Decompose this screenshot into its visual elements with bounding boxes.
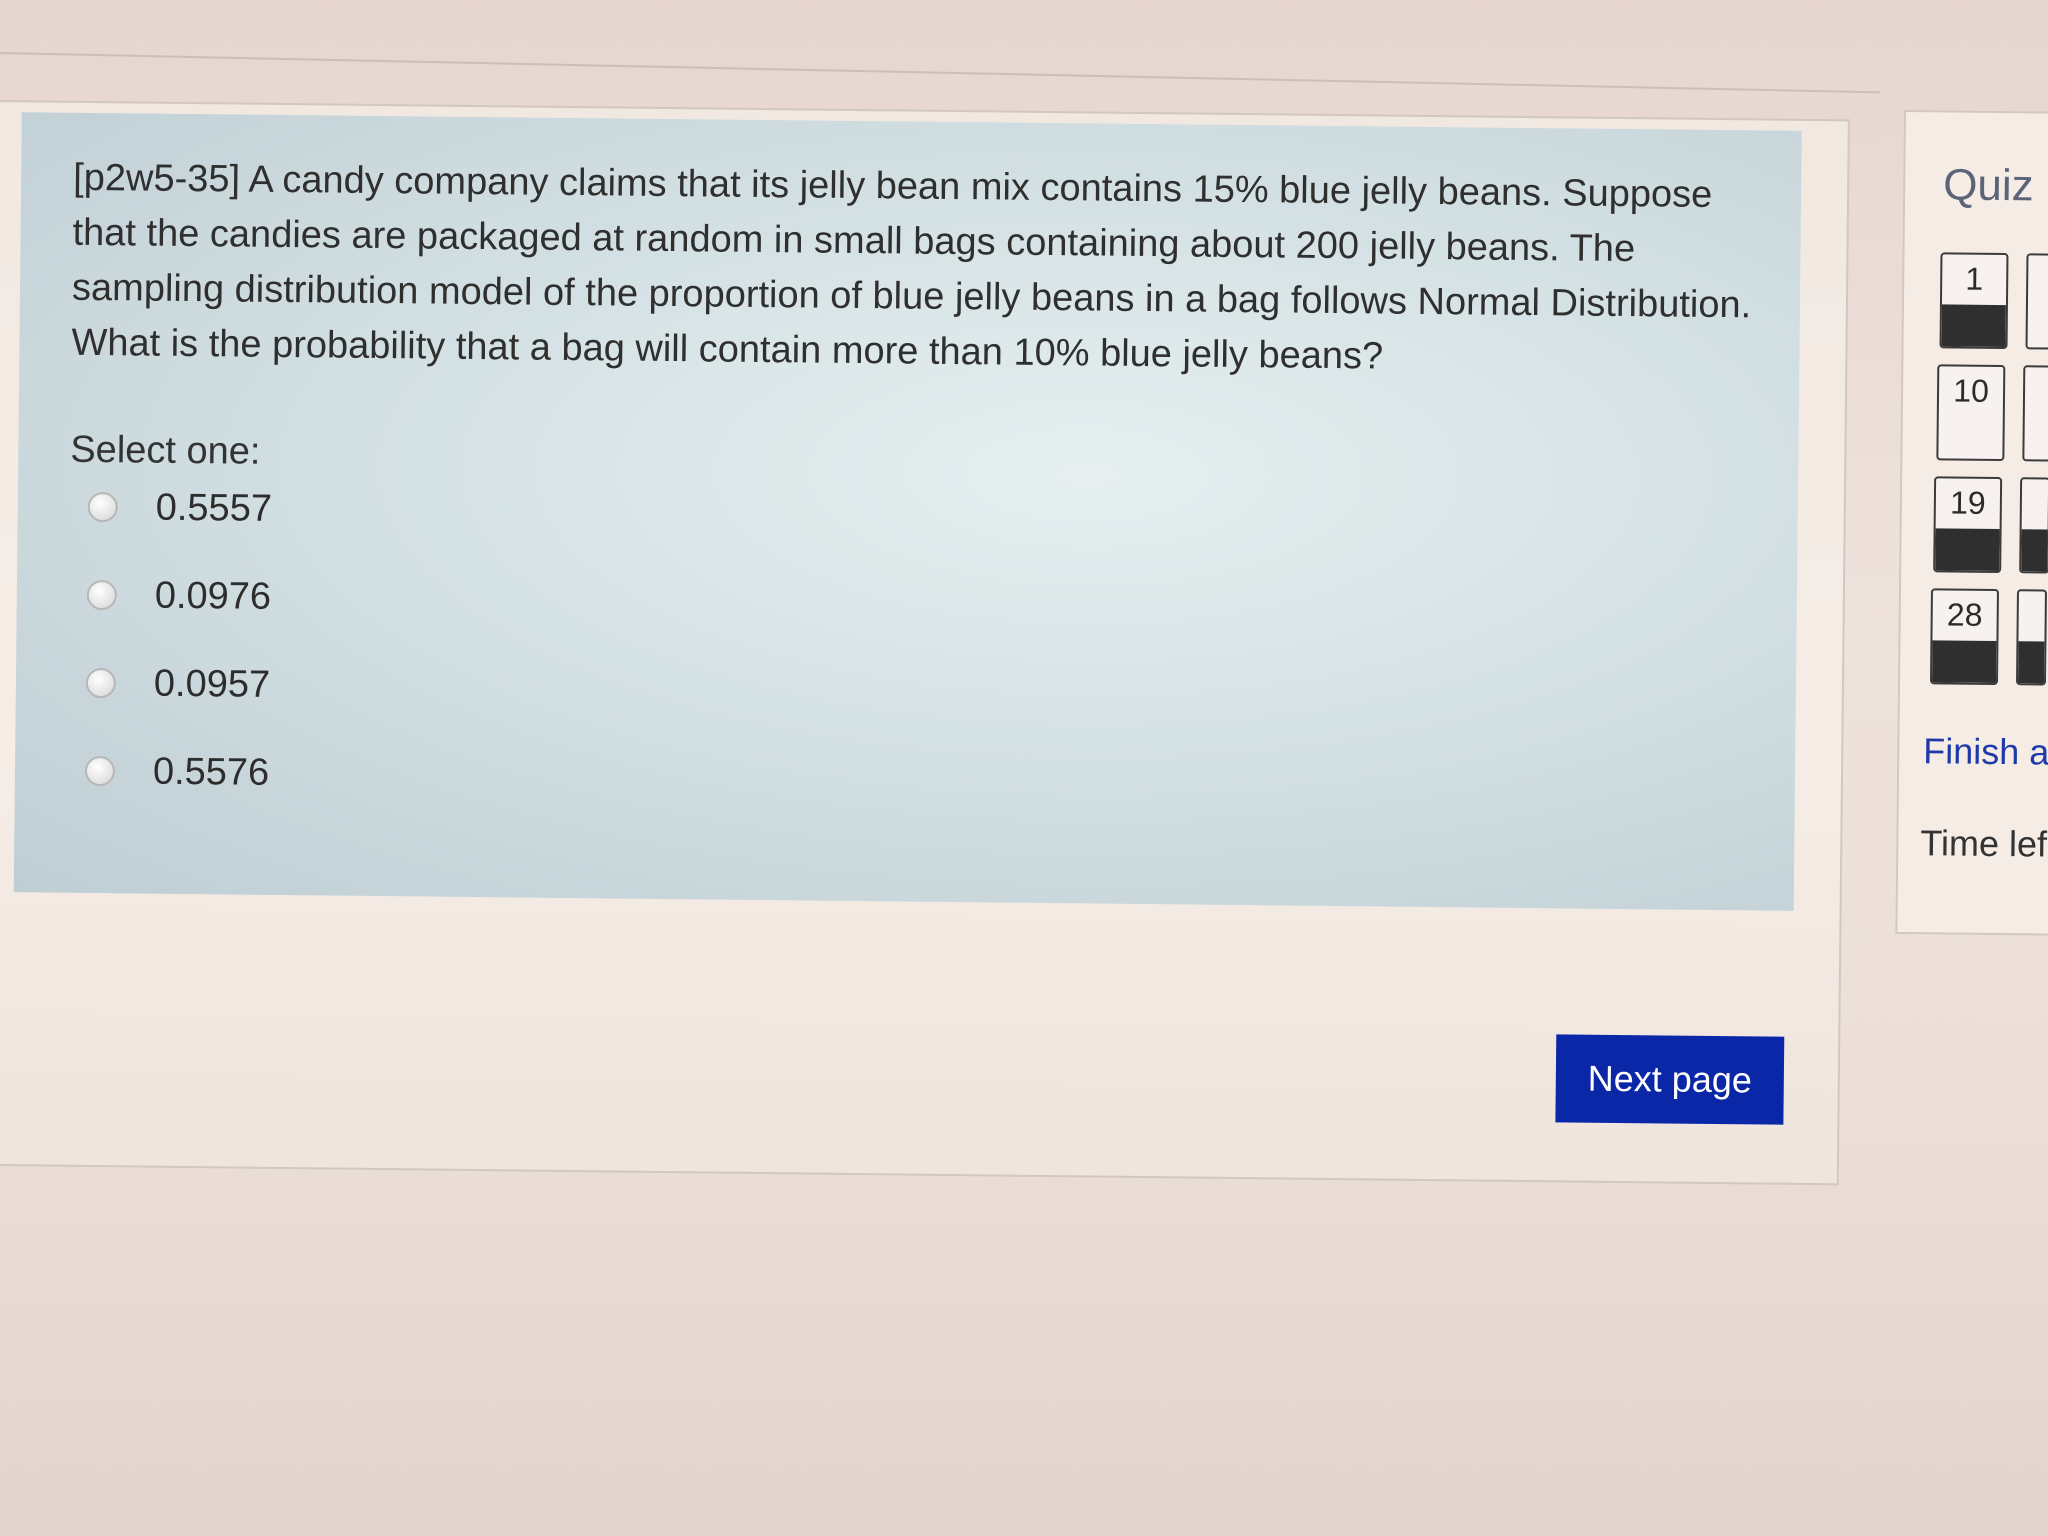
question-number: 10 [1953, 372, 1990, 409]
question-text: [p2w5-35] A candy company claims that it… [71, 156, 1752, 378]
radio-button[interactable] [85, 667, 117, 699]
answer-option-1[interactable]: 0.5557 [87, 477, 272, 539]
answered-indicator [1932, 640, 1997, 683]
question-number: 28 [1946, 596, 1983, 633]
answer-option-label: 0.5557 [155, 486, 273, 530]
question-number: 19 [1949, 484, 1986, 521]
radio-button[interactable] [86, 579, 117, 611]
answer-option-4[interactable]: 0.5576 [84, 741, 270, 803]
answered-indicator [1935, 528, 2000, 572]
quiz-navigation-title: Quiz n [1942, 160, 2048, 211]
question-nav-button-11[interactable] [2022, 365, 2048, 462]
answer-option-2[interactable]: 0.0976 [86, 565, 272, 627]
answer-option-3[interactable]: 0.0957 [85, 653, 271, 715]
question-number: 1 [1965, 260, 1984, 297]
next-page-button[interactable]: Next page [1555, 1034, 1785, 1125]
answer-option-label: 0.0957 [153, 662, 271, 706]
question-nav-button-28[interactable]: 28 [1929, 588, 1999, 686]
quiz-navigation-panel: Quiz n 1 10 19 28 Finish a Time lef [1895, 110, 2048, 937]
answered-indicator [2018, 641, 2045, 684]
top-divider [0, 52, 1880, 94]
radio-button[interactable] [84, 755, 116, 787]
answer-option-label: 0.5576 [152, 750, 270, 794]
question-nav-button-10[interactable]: 10 [1936, 364, 2006, 462]
main-content: [p2w5-35] A candy company claims that it… [0, 100, 1850, 1186]
question-nav-button-19[interactable]: 19 [1933, 476, 2003, 574]
question-card: [p2w5-35] A candy company claims that it… [13, 112, 1802, 911]
answer-option-label: 0.0976 [154, 574, 272, 618]
question-nav-button-29[interactable] [2015, 589, 2047, 686]
radio-button[interactable] [87, 491, 118, 523]
question-nav-button-1[interactable]: 1 [1939, 252, 2009, 350]
time-left-label: Time lef [1920, 822, 2048, 865]
answered-indicator [1941, 304, 2006, 348]
select-one-label: Select one: [70, 428, 261, 473]
finish-attempt-link[interactable]: Finish a [1923, 730, 2048, 773]
question-nav-button-20[interactable] [2019, 477, 2048, 574]
question-nav-button-2[interactable] [2025, 253, 2048, 350]
answered-indicator [2021, 529, 2048, 572]
